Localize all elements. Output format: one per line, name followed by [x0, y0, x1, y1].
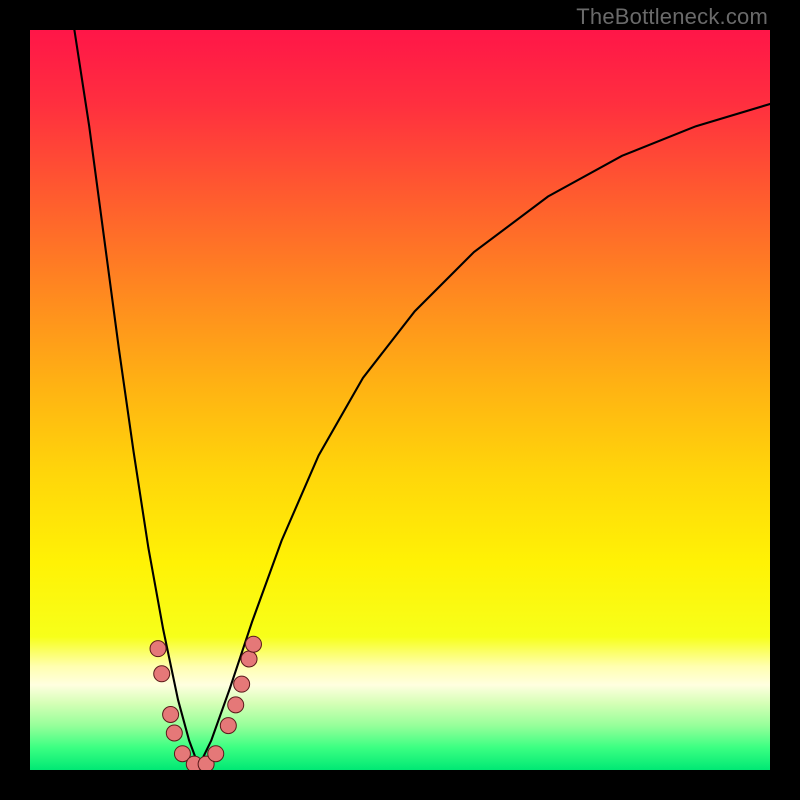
curve-marker — [208, 746, 224, 762]
curve-marker — [150, 641, 166, 657]
bottleneck-curve — [30, 30, 770, 770]
curve-marker — [166, 725, 182, 741]
curve-right-branch — [199, 104, 770, 766]
curve-marker — [154, 666, 170, 682]
watermark-label: TheBottleneck.com — [576, 4, 768, 30]
plot-area — [30, 30, 770, 770]
curve-left-branch — [74, 30, 198, 766]
curve-marker — [245, 636, 261, 652]
curve-marker — [163, 707, 179, 723]
curve-marker — [228, 697, 244, 713]
curve-marker — [234, 676, 250, 692]
curve-marker — [241, 651, 257, 667]
curve-marker — [220, 718, 236, 734]
chart-frame: TheBottleneck.com — [0, 0, 800, 800]
